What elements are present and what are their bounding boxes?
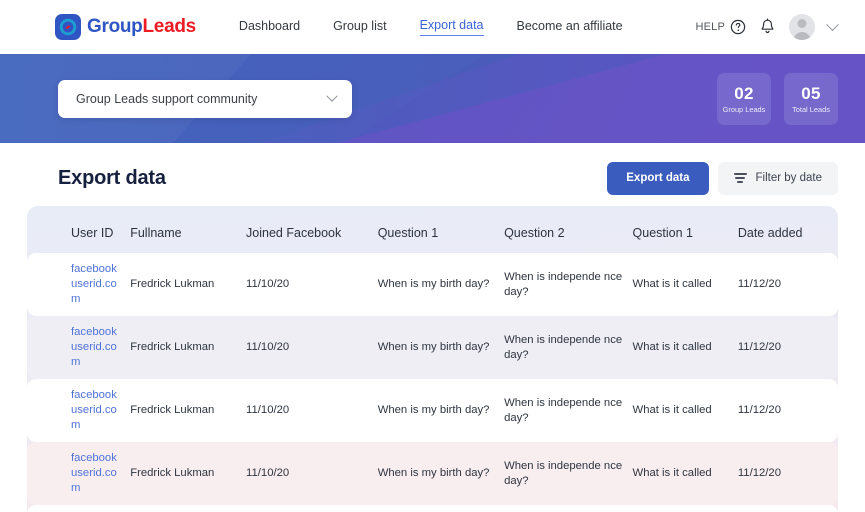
table-row[interactable]: facebookuserid.com Fredrick Lukman 11/10… (27, 505, 838, 512)
stat-label-total-leads: Total Leads (792, 105, 830, 114)
brand-name-secondary: Leads (142, 16, 197, 37)
avatar[interactable] (789, 14, 815, 40)
stat-label-group-leads: Group Leads (722, 105, 766, 114)
cell-joined: 11/10/20 (246, 505, 378, 512)
cell-question-3: What is it called (632, 316, 738, 380)
main-content: Export data Export data Filter by date U… (0, 143, 865, 512)
stat-card-group-leads: 02 Group Leads (717, 73, 771, 125)
nav-item-become-an-affiliate[interactable]: Become an affiliate (517, 19, 623, 36)
column-header-joined-facebook: Joined Facebook (246, 226, 342, 240)
cell-question-3: What is it called (632, 253, 738, 317)
chevron-down-icon[interactable] (826, 17, 839, 31)
nav-item-dashboard[interactable]: Dashboard (239, 19, 300, 36)
hero-banner: Group Leads support community 02 Group L… (0, 54, 865, 143)
cell-date-added: 11/12/20 (737, 379, 838, 443)
help-label: HELP (695, 21, 725, 33)
table-row[interactable]: facebookuserid.com Fredrick Lukman 11/10… (27, 253, 838, 317)
cell-date-added: 11/12/20 (737, 442, 838, 506)
cell-date-added: 11/12/20 (737, 253, 838, 317)
column-header-date-added: Date added (737, 226, 803, 240)
app-root: GroupLeads Dashboard Group list Export d… (0, 0, 865, 512)
cell-question-2: When is independe nce day? (504, 379, 633, 443)
nav-item-export-data[interactable]: Export data (419, 18, 484, 36)
column-header-user-id: User ID (71, 226, 114, 240)
brand-name-primary: Group (87, 16, 143, 37)
brand-logo[interactable]: GroupLeads (55, 14, 196, 40)
group-select-dropdown[interactable]: Group Leads support community (58, 80, 352, 118)
stats-cards: 02 Group Leads 05 Total Leads (717, 73, 838, 125)
stat-card-total-leads: 05 Total Leads (784, 73, 838, 125)
avatar-head (797, 19, 807, 28)
stat-value-group-leads: 02 (734, 84, 754, 103)
nav-item-group-list[interactable]: Group list (333, 19, 387, 36)
column-header-question-1-b: Question 1 (632, 226, 694, 240)
column-header-fullname: Fullname (130, 226, 182, 240)
top-navigation-bar: GroupLeads Dashboard Group list Export d… (0, 0, 865, 54)
nav-right-cluster: HELP (695, 14, 839, 40)
cell-user-id: facebookuserid.com (27, 442, 131, 506)
chevron-down-icon (326, 90, 338, 102)
cell-joined: 11/10/20 (246, 442, 378, 506)
user-id-link[interactable]: facebookuserid.com (71, 389, 117, 431)
table-row[interactable]: facebookuserid.com Fredrick Lukman 11/10… (27, 379, 838, 443)
table-body: facebookuserid.com Fredrick Lukman 11/10… (27, 253, 838, 512)
cell-user-id: facebookuserid.com (27, 253, 131, 317)
filter-by-date-label: Filter by date (755, 172, 822, 184)
column-header-question-2: Question 2 (504, 226, 565, 240)
cell-joined: 11/10/20 (246, 316, 378, 380)
page-title: Export data (58, 166, 166, 189)
table-header: User ID Fullname Joined Facebook Questio… (27, 218, 838, 253)
cell-fullname: Fredrick Lukman (130, 316, 247, 380)
cell-question-2: When is independe nce day? (504, 316, 633, 380)
cell-question-1: When is my birth day? (377, 505, 505, 512)
avatar-body (793, 32, 811, 40)
cell-user-id: facebookuserid.com (27, 316, 131, 380)
help-button[interactable]: HELP (695, 19, 746, 35)
cell-question-2: When is independe nce day? (504, 253, 633, 317)
stat-value-total-leads: 05 (801, 84, 821, 103)
grouplead-arrow-icon (55, 14, 81, 40)
primary-nav-links: Dashboard Group list Export data Become … (239, 18, 623, 36)
cell-question-1: When is my birth day? (377, 253, 505, 317)
question-circle-icon[interactable] (730, 19, 746, 35)
table-row[interactable]: facebookuserid.com Fredrick Lukman 11/10… (27, 442, 838, 506)
table-row[interactable]: facebookuserid.com Fredrick Lukman 11/10… (27, 316, 838, 380)
cell-question-3: What is it called (632, 379, 738, 443)
user-id-link[interactable]: facebookuserid.com (71, 263, 117, 305)
cell-question-3: What is it called (632, 442, 738, 506)
leads-table-card: User ID Fullname Joined Facebook Questio… (27, 206, 838, 512)
cell-joined: 11/10/20 (246, 379, 378, 443)
cell-question-1: When is my birth day? (377, 379, 505, 443)
user-id-link[interactable]: facebookuserid.com (71, 326, 117, 368)
header-actions: Export data Filter by date (607, 161, 838, 195)
cell-joined: 11/10/20 (246, 253, 378, 317)
cell-question-3: What is it called (632, 505, 738, 512)
cell-fullname: Fredrick Lukman (130, 379, 247, 443)
cell-fullname: Fredrick Lukman (130, 505, 247, 512)
cell-question-1: When is my birth day? (377, 316, 505, 380)
cell-question-2: When is independe nce day? (504, 442, 633, 506)
bell-icon[interactable] (759, 18, 776, 36)
cell-fullname: Fredrick Lukman (130, 253, 247, 317)
table-header-row: User ID Fullname Joined Facebook Questio… (27, 218, 838, 253)
export-data-button[interactable]: Export data (607, 161, 709, 195)
user-id-link[interactable]: facebookuserid.com (71, 452, 117, 494)
cell-date-added: 11/12/20 (737, 505, 838, 512)
column-header-question-1: Question 1 (377, 226, 439, 240)
leads-table: User ID Fullname Joined Facebook Questio… (27, 218, 838, 512)
cell-question-1: When is my birth day? (377, 442, 505, 506)
brand-logo-text: GroupLeads (87, 16, 196, 38)
filter-icon (733, 173, 747, 183)
cell-question-2: When is independe nce day? (504, 505, 633, 512)
section-header: Export data Export data Filter by date (58, 160, 838, 196)
cell-date-added: 11/12/20 (737, 316, 838, 380)
cell-user-id: facebookuserid.com (27, 505, 131, 512)
group-select-value: Group Leads support community (76, 92, 258, 106)
cell-user-id: facebookuserid.com (27, 379, 131, 443)
cell-fullname: Fredrick Lukman (130, 442, 247, 506)
filter-by-date-button[interactable]: Filter by date (717, 161, 838, 195)
